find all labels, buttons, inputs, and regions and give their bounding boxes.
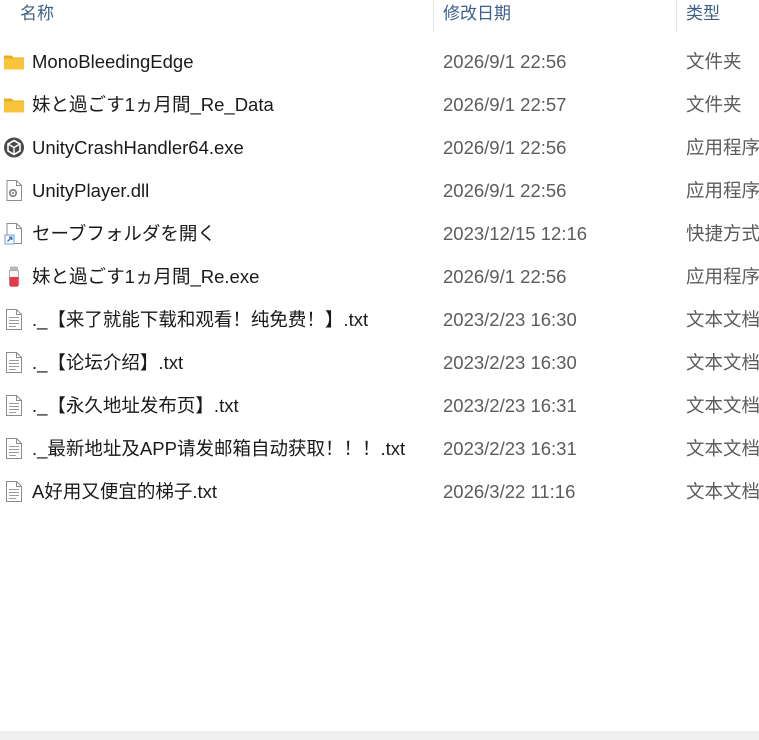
- file-type: 文本文档: [686, 352, 759, 373]
- file-date: 2026/9/1 22:56: [443, 266, 567, 287]
- file-row[interactable]: A好用又便宜的梯子.txt 2026/3/22 11:16 文本文档: [0, 470, 759, 513]
- text-file-icon: [3, 437, 25, 460]
- file-name: ._【来了就能下载和观看！纯免费！】.txt: [32, 309, 369, 330]
- file-date: 2023/2/23 16:30: [443, 309, 577, 330]
- file-name: MonoBleedingEdge: [32, 51, 194, 72]
- column-header: 名称 修改日期 类型: [0, 0, 759, 32]
- type-column-header[interactable]: 类型: [686, 0, 720, 31]
- file-row[interactable]: 妹と過ごす1ヵ月間_Re.exe 2026/9/1 22:56 应用程序: [0, 255, 759, 298]
- file-date: 2026/9/1 22:56: [443, 180, 567, 201]
- file-name: ._最新地址及APP请发邮箱自动获取！！！.txt: [32, 438, 406, 459]
- file-date: 2026/3/22 11:16: [443, 481, 576, 502]
- file-row[interactable]: UnityCrashHandler64.exe 2026/9/1 22:56 应用程…: [0, 126, 759, 169]
- file-row[interactable]: ._【来了就能下载和观看！纯免费！】.txt 2023/2/23 16:30 文本文…: [0, 298, 759, 341]
- text-file-icon: [3, 351, 25, 374]
- file-name: UnityCrashHandler64.exe: [32, 137, 244, 158]
- column-divider[interactable]: [433, 0, 434, 32]
- file-type: 文本文档: [686, 395, 759, 416]
- file-name: 妹と過ごす1ヵ月間_Re.exe: [32, 266, 260, 287]
- file-date: 2023/2/23 16:30: [443, 352, 577, 373]
- unity-app-icon: [3, 136, 25, 159]
- file-date: 2023/2/23 16:31: [443, 395, 577, 416]
- file-date: 2023/12/15 12:16: [443, 223, 588, 244]
- game-exe-icon: [3, 265, 25, 288]
- folder-icon: [3, 50, 25, 73]
- file-type: 文件夹: [686, 51, 742, 72]
- file-type: 快捷方式: [686, 223, 759, 244]
- file-row[interactable]: ._最新地址及APP请发邮箱自动获取！！！.txt 2023/2/23 16:31…: [0, 427, 759, 470]
- file-name: 妹と過ごす1ヵ月間_Re_Data: [32, 94, 274, 115]
- date-column-header[interactable]: 修改日期: [443, 0, 511, 31]
- file-row[interactable]: セーブフォルダを開く 2023/12/15 12:16 快捷方式: [0, 212, 759, 255]
- file-type: 文件夹: [686, 94, 742, 115]
- file-name: ._【永久地址发布页】.txt: [32, 395, 239, 416]
- file-date: 2023/2/23 16:31: [443, 438, 577, 459]
- file-list: MonoBleedingEdge 2026/9/1 22:56 文件夹 妹と過ごす1ヵ…: [0, 40, 759, 513]
- file-explorer: 名称 修改日期 类型 MonoBleedingEdge 2026/9/1 22:5…: [0, 0, 759, 740]
- file-row[interactable]: ._【论坛介绍】.txt 2023/2/23 16:30 文本文档: [0, 341, 759, 384]
- shortcut-icon: [3, 222, 25, 245]
- file-row[interactable]: 妹と過ごす1ヵ月間_Re_Data 2026/9/1 22:57 文件夹: [0, 83, 759, 126]
- file-type: 文本文档: [686, 309, 759, 330]
- file-name: セーブフォルダを開く: [32, 223, 216, 244]
- file-type: 应用程序: [686, 266, 759, 287]
- horizontal-scrollbar[interactable]: [0, 731, 759, 740]
- file-type: 文本文档: [686, 438, 759, 459]
- text-file-icon: [3, 394, 25, 417]
- text-file-icon: [3, 308, 25, 331]
- file-row[interactable]: ._【永久地址发布页】.txt 2023/2/23 16:31 文本文档: [0, 384, 759, 427]
- file-name: UnityPlayer.dll: [32, 180, 150, 201]
- file-row[interactable]: MonoBleedingEdge 2026/9/1 22:56 文件夹: [0, 40, 759, 83]
- file-name: A好用又便宜的梯子.txt: [32, 481, 218, 502]
- file-type: 文本文档: [686, 481, 759, 502]
- file-type: 应用程序: [686, 180, 759, 201]
- file-date: 2026/9/1 22:56: [443, 51, 567, 72]
- file-row[interactable]: UnityPlayer.dll 2026/9/1 22:56 应用程序: [0, 169, 759, 212]
- text-file-icon: [3, 480, 25, 503]
- file-date: 2026/9/1 22:56: [443, 137, 567, 158]
- file-name: ._【论坛介绍】.txt: [32, 352, 184, 373]
- dll-file-icon: [3, 179, 25, 202]
- column-divider[interactable]: [676, 0, 677, 32]
- folder-icon: [3, 93, 25, 116]
- file-type: 应用程序: [686, 137, 759, 158]
- name-column-header[interactable]: 名称: [20, 0, 54, 31]
- file-date: 2026/9/1 22:57: [443, 94, 567, 115]
